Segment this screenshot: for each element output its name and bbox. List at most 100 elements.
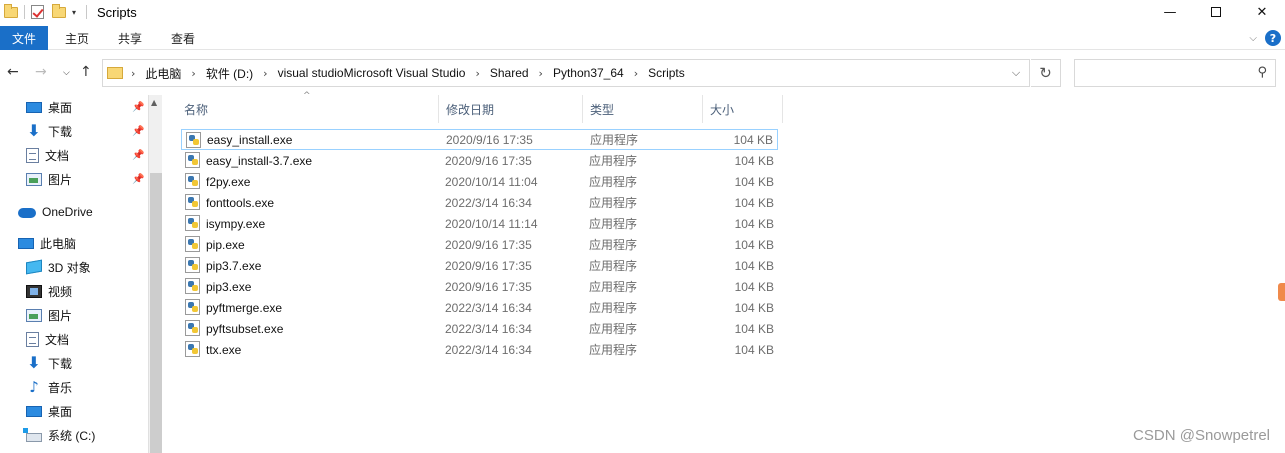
- sidebar-scrollbar[interactable]: ▲: [148, 95, 162, 453]
- sidebar-item-onedrive[interactable]: OneDrive: [18, 201, 148, 223]
- file-type: 应用程序: [589, 196, 638, 210]
- column-header-name[interactable]: 名称: [177, 95, 439, 123]
- breadcrumb-python37-64[interactable]: Python37_64: [553, 66, 624, 80]
- refresh-icon: ↻: [1039, 64, 1052, 82]
- sidebar-item-pictures[interactable]: 图片: [26, 168, 148, 190]
- navigation-bar: ← → ⌵ ↑ › 此电脑 › 软件 (D:) › visual studioM…: [0, 56, 1285, 90]
- sidebar-item-desktop[interactable]: 桌面: [26, 96, 148, 118]
- new-folder-icon[interactable]: [52, 3, 66, 18]
- close-button[interactable]: ✕: [1239, 0, 1285, 24]
- maximize-button[interactable]: [1193, 0, 1239, 24]
- column-header-size[interactable]: 大小: [703, 95, 783, 123]
- tab-view[interactable]: 查看: [171, 26, 195, 50]
- properties-icon[interactable]: [31, 5, 44, 19]
- help-button[interactable]: ?: [1265, 30, 1281, 46]
- scrollbar-thumb[interactable]: [150, 173, 162, 453]
- column-header-type[interactable]: 类型: [583, 95, 703, 123]
- file-date: 2022/3/14 16:34: [445, 300, 532, 315]
- file-row[interactable]: pip3.7.exe 2020/9/16 17:35 应用程序 104 KB: [181, 255, 778, 276]
- file-name: pip3.exe: [206, 279, 252, 294]
- breadcrumb-separator-icon[interactable]: ›: [191, 67, 195, 80]
- music-icon: ♪: [29, 378, 39, 396]
- file-date: 2020/9/16 17:35: [445, 153, 532, 168]
- file-row[interactable]: pyftmerge.exe 2022/3/14 16:34 应用程序 104 K…: [181, 297, 778, 318]
- sidebar-item-downloads-pc[interactable]: ⬇ 下载: [26, 352, 148, 374]
- search-input[interactable]: [1081, 61, 1251, 85]
- side-widget-tab[interactable]: [1278, 283, 1285, 301]
- sidebar-item-drive-c[interactable]: 系统 (C:): [23, 424, 148, 446]
- file-row[interactable]: f2py.exe 2020/10/14 11:04 应用程序 104 KB: [181, 171, 778, 192]
- file-name: pip.exe: [206, 237, 245, 252]
- tab-share[interactable]: 共享: [118, 26, 142, 50]
- sidebar-item-label: 系统 (C:): [48, 428, 96, 443]
- file-size: 104 KB: [734, 216, 774, 231]
- sidebar-item-music[interactable]: ♪ 音乐: [26, 376, 148, 398]
- breadcrumb-separator-icon[interactable]: ›: [634, 67, 638, 80]
- sidebar-item-this-pc[interactable]: 此电脑: [18, 232, 148, 254]
- breadcrumb-this-pc[interactable]: 此电脑: [145, 65, 181, 82]
- breadcrumb-shared[interactable]: Shared: [490, 66, 529, 80]
- sidebar-item-label: 图片: [48, 172, 73, 187]
- file-type: 应用程序: [589, 217, 638, 231]
- file-row[interactable]: pyftsubset.exe 2022/3/14 16:34 应用程序 104 …: [181, 318, 778, 339]
- refresh-button[interactable]: ↻: [1031, 59, 1061, 87]
- breadcrumb-separator-icon[interactable]: ›: [263, 67, 267, 80]
- file-name: easy_install-3.7.exe: [206, 153, 313, 168]
- pin-icon[interactable]: 📌: [132, 126, 144, 137]
- forward-arrow-icon[interactable]: →: [35, 64, 47, 80]
- breadcrumb-scripts[interactable]: Scripts: [648, 66, 685, 80]
- file-date: 2020/9/16 17:35: [445, 237, 532, 252]
- sidebar-item-videos[interactable]: 视频: [26, 280, 148, 302]
- sidebar-item-label: 文档: [45, 148, 70, 163]
- file-row[interactable]: easy_install.exe 2020/9/16 17:35 应用程序 10…: [181, 129, 778, 150]
- file-date: 2020/9/16 17:35: [446, 132, 533, 147]
- tab-file[interactable]: 文件: [0, 26, 48, 50]
- document-icon: [26, 331, 39, 347]
- scroll-up-arrow-icon[interactable]: ▲: [151, 98, 157, 107]
- python-exe-icon: [185, 173, 200, 189]
- sidebar-item-documents-pc[interactable]: 文档: [26, 328, 148, 350]
- customize-toolbar-chevron-icon[interactable]: ▾: [72, 8, 76, 17]
- up-arrow-icon[interactable]: ↑: [80, 64, 92, 80]
- sidebar-item-downloads[interactable]: ⬇ 下载: [26, 120, 148, 142]
- python-exe-icon: [185, 320, 200, 336]
- breadcrumb-separator-icon[interactable]: ›: [539, 67, 543, 80]
- sidebar-item-documents[interactable]: 文档: [26, 144, 148, 166]
- breadcrumb-separator-icon[interactable]: ›: [475, 67, 479, 80]
- column-header-date[interactable]: 修改日期: [439, 95, 583, 123]
- file-row[interactable]: ttx.exe 2022/3/14 16:34 应用程序 104 KB: [181, 339, 778, 360]
- file-row[interactable]: pip.exe 2020/9/16 17:35 应用程序 104 KB: [181, 234, 778, 255]
- address-bar[interactable]: › 此电脑 › 软件 (D:) › visual studioMicrosoft…: [102, 59, 1030, 87]
- breadcrumb-visual-studio[interactable]: visual studioMicrosoft Visual Studio: [278, 66, 466, 80]
- file-size: 104 KB: [734, 153, 774, 168]
- tab-home[interactable]: 主页: [65, 26, 89, 50]
- recent-locations-chevron-icon[interactable]: ⌵: [63, 68, 70, 78]
- search-icon[interactable]: ⚲: [1257, 65, 1267, 80]
- breadcrumb-drive-d[interactable]: 软件 (D:): [206, 65, 253, 82]
- address-history-chevron-icon[interactable]: ⌵: [1003, 60, 1029, 86]
- expand-ribbon-chevron-icon[interactable]: ⌵: [1249, 33, 1257, 44]
- sidebar-item-desktop-pc[interactable]: 桌面: [26, 400, 148, 422]
- search-box[interactable]: ⚲: [1074, 59, 1276, 87]
- file-size: 104 KB: [734, 195, 774, 210]
- file-type: 应用程序: [589, 301, 638, 315]
- sidebar-item-3d-objects[interactable]: 3D 对象: [26, 256, 148, 278]
- file-row[interactable]: fonttools.exe 2022/3/14 16:34 应用程序 104 K…: [181, 192, 778, 213]
- file-size: 104 KB: [734, 279, 774, 294]
- file-type: 应用程序: [590, 133, 639, 147]
- pin-icon[interactable]: 📌: [132, 150, 144, 161]
- sidebar-item-pictures-pc[interactable]: 图片: [26, 304, 148, 326]
- file-name: pip3.7.exe: [206, 258, 262, 273]
- minimize-button[interactable]: —: [1147, 0, 1193, 24]
- file-row[interactable]: easy_install-3.7.exe 2020/9/16 17:35 应用程…: [181, 150, 778, 171]
- sidebar-item-label: 下载: [48, 124, 73, 139]
- pin-icon[interactable]: 📌: [132, 174, 144, 185]
- quick-access-toolbar: ▾ Scripts: [4, 3, 137, 21]
- pin-icon[interactable]: 📌: [132, 102, 144, 113]
- file-row[interactable]: pip3.exe 2020/9/16 17:35 应用程序 104 KB: [181, 276, 778, 297]
- back-arrow-icon[interactable]: ←: [7, 64, 19, 80]
- breadcrumb-separator-icon[interactable]: ›: [131, 67, 135, 80]
- file-type: 应用程序: [589, 154, 638, 168]
- file-row[interactable]: isympy.exe 2020/10/14 11:14 应用程序 104 KB: [181, 213, 778, 234]
- window-controls: — ✕: [1147, 0, 1285, 24]
